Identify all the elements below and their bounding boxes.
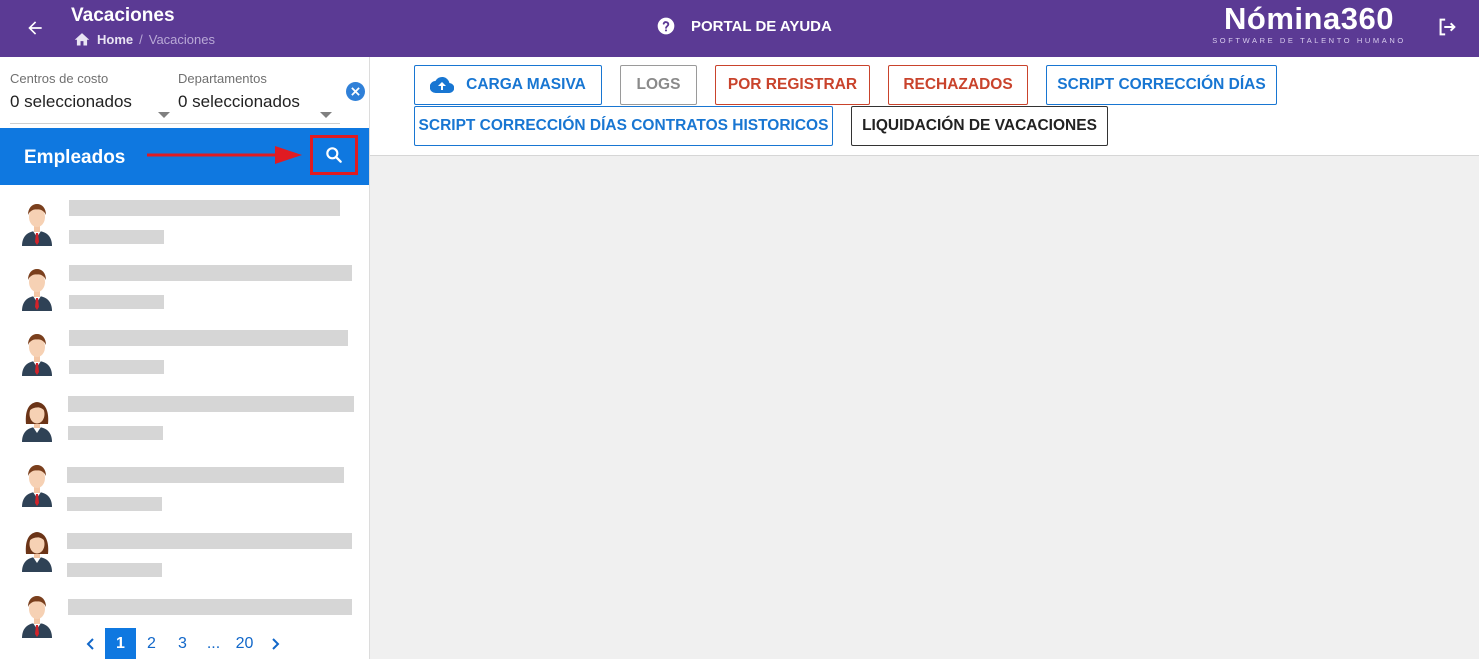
employee-name-placeholder <box>69 200 340 216</box>
chevron-right-icon <box>271 637 279 650</box>
logo-name: Nómina360 <box>1224 1 1394 36</box>
employee-sidebar: Centros de costo 0 seleccionados Departa… <box>0 57 370 659</box>
search-icon <box>326 147 342 163</box>
breadcrumb-current: Vacaciones <box>148 31 215 47</box>
carga-masiva-button[interactable]: CARGA MASIVA <box>414 65 602 105</box>
female-avatar-icon <box>22 402 52 442</box>
female-avatar-icon <box>22 532 52 572</box>
logs-button[interactable]: LOGS <box>620 65 697 105</box>
pagination-ellipsis: ... <box>206 634 221 652</box>
page-button-1[interactable]: 1 <box>105 628 136 659</box>
page-button-3[interactable]: 3 <box>167 628 198 659</box>
employee-row[interactable] <box>0 461 369 521</box>
cost-center-value: 0 seleccionados <box>10 92 132 111</box>
help-portal-link[interactable]: PORTAL DE AYUDA <box>656 16 832 36</box>
nomina360-logo: Nómina360 SOFTWARE DE TALENTO HUMANO <box>1208 1 1410 46</box>
employee-id-placeholder <box>67 563 162 577</box>
close-icon <box>351 87 360 96</box>
page-title: Vacaciones <box>71 5 175 26</box>
liquidacion-vacaciones-button[interactable]: LIQUIDACIÓN DE VACACIONES <box>851 106 1108 146</box>
cloud-upload-icon <box>430 76 455 94</box>
employee-id-placeholder <box>69 230 164 244</box>
employee-name-placeholder <box>67 533 352 549</box>
employee-id-placeholder <box>67 497 162 511</box>
employee-row[interactable] <box>0 526 369 586</box>
home-icon <box>74 33 90 46</box>
cost-center-filter[interactable]: Centros de costo 0 seleccionados <box>10 71 175 118</box>
search-employees-button[interactable] <box>310 135 358 175</box>
main-content-area <box>370 156 1479 659</box>
employee-row[interactable] <box>0 200 369 260</box>
employee-row[interactable] <box>0 265 369 325</box>
employee-id-placeholder <box>69 360 164 374</box>
prev-page-button[interactable] <box>74 628 105 659</box>
department-value: 0 seleccionados <box>178 92 300 111</box>
chevron-left-icon <box>86 637 94 650</box>
cost-center-label: Centros de costo <box>10 71 109 86</box>
por-registrar-button[interactable]: POR REGISTRAR <box>715 65 870 105</box>
employee-name-placeholder <box>68 599 352 615</box>
script-correccion-dias-button[interactable]: SCRIPT CORRECCIÓN DÍAS <box>1046 65 1277 105</box>
department-label: Departamentos <box>178 71 267 86</box>
rechazados-button[interactable]: RECHAZADOS <box>888 65 1028 105</box>
employee-row[interactable] <box>0 396 369 456</box>
employee-name-placeholder <box>67 467 344 483</box>
help-circle-icon <box>657 17 675 35</box>
department-filter[interactable]: Departamentos 0 seleccionados <box>178 71 340 118</box>
logout-button[interactable] <box>1436 16 1458 38</box>
breadcrumb: Home / Vacaciones <box>73 31 215 47</box>
breadcrumb-home-link[interactable]: Home <box>97 32 133 47</box>
employee-row[interactable] <box>0 330 369 390</box>
next-page-button[interactable] <box>260 628 291 659</box>
logout-icon <box>1439 18 1456 36</box>
clear-filters-button[interactable] <box>346 82 365 101</box>
pagination: 1 2 3 ... 20 <box>74 628 291 659</box>
chevron-down-icon <box>320 112 332 118</box>
employees-title: Empleados <box>24 147 126 168</box>
chevron-down-icon <box>158 112 170 118</box>
logo-tagline: SOFTWARE DE TALENTO HUMANO <box>1212 36 1406 45</box>
page-button-20[interactable]: 20 <box>229 628 260 659</box>
carga-masiva-label: CARGA MASIVA <box>466 76 586 93</box>
filter-divider <box>10 123 340 124</box>
employee-name-placeholder <box>69 265 352 281</box>
male-avatar-icon <box>22 465 52 507</box>
actions-toolbar: CARGA MASIVA LOGS POR REGISTRAR RECHAZAD… <box>370 57 1479 156</box>
back-button[interactable] <box>22 15 48 41</box>
male-avatar-icon <box>22 204 52 246</box>
employee-name-placeholder <box>69 330 348 346</box>
employee-name-placeholder <box>68 396 354 412</box>
male-avatar-icon <box>22 334 52 376</box>
annotation-arrow-icon <box>147 146 302 164</box>
script-contratos-historicos-button[interactable]: SCRIPT CORRECCIÓN DÍAS CONTRATOS HISTORI… <box>414 106 833 146</box>
male-avatar-icon <box>22 269 52 311</box>
page-button-2[interactable]: 2 <box>136 628 167 659</box>
breadcrumb-separator: / <box>139 31 143 47</box>
help-portal-label: PORTAL DE AYUDA <box>691 17 832 35</box>
top-app-bar: Vacaciones Home / Vacaciones PORTAL DE A… <box>0 0 1479 57</box>
employee-id-placeholder <box>68 426 163 440</box>
employee-id-placeholder <box>69 295 164 309</box>
male-avatar-icon <box>22 596 52 638</box>
arrow-left-icon <box>28 21 42 35</box>
